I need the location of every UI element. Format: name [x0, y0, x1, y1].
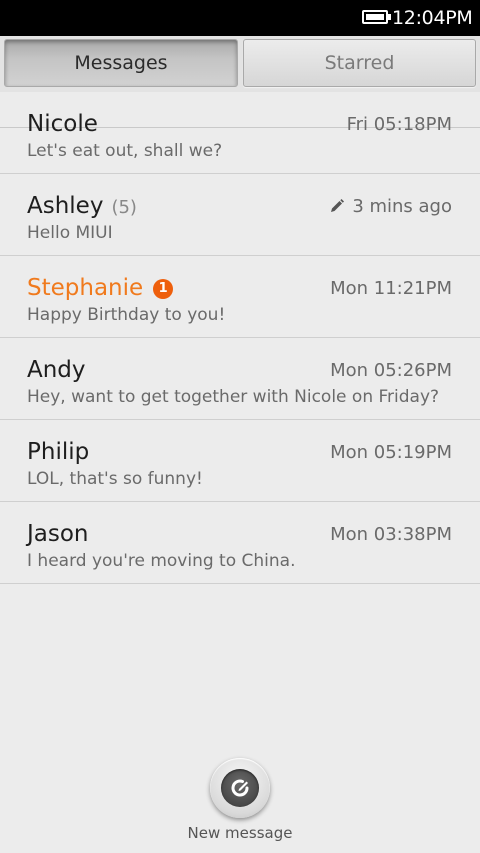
message-time: Mon 03:38PM [330, 524, 452, 545]
unread-badge: 1 [153, 279, 174, 299]
message-preview: Hello MIUI [27, 223, 113, 243]
message-time: Mon 05:26PM [330, 360, 452, 381]
status-bar: 12:04PM [0, 0, 480, 36]
contact-name: Nicole [27, 111, 98, 137]
message-preview: Happy Birthday to you! [27, 305, 226, 325]
conversation-row-jason[interactable]: Jason Mon 03:38PM I heard you're moving … [0, 502, 480, 584]
message-preview: LOL, that's so funny! [27, 469, 203, 489]
conversation-row-stephanie[interactable]: Stephanie 1 Mon 11:21PM Happy Birthday to… [0, 256, 480, 338]
tab-starred[interactable]: Starred [243, 39, 476, 87]
conversation-row-andy[interactable]: Andy Mon 05:26PM Hey, want to get togeth… [0, 338, 480, 420]
pencil-icon [331, 199, 345, 212]
contact-name: Philip [27, 439, 90, 465]
contact-name: Stephanie 1 [27, 273, 174, 303]
message-preview: Let's eat out, shall we? [27, 141, 223, 161]
message-time: Mon 11:21PM [330, 278, 452, 299]
message-preview: I heard you're moving to China. [27, 551, 296, 571]
new-message-label[interactable]: New message [140, 823, 340, 843]
message-count: (5) [111, 197, 137, 218]
contact-name: Ashley (5) [27, 193, 137, 219]
compose-icon [221, 769, 259, 807]
conversation-row-ashley[interactable]: Ashley (5) 3 mins ago Hello MIUI [0, 174, 480, 256]
conversation-row-philip[interactable]: Philip Mon 05:19PM LOL, that's so funny! [0, 420, 480, 502]
conversation-row-nicole[interactable]: Nicole Fri 05:18PM Let's eat out, shall … [0, 92, 480, 174]
tab-bar: Messages Starred [0, 36, 480, 128]
contact-name: Andy [27, 357, 86, 383]
message-time: Fri 05:18PM [346, 114, 452, 135]
battery-full-icon [362, 10, 391, 24]
tab-messages[interactable]: Messages [4, 39, 238, 87]
message-time: Mon 05:19PM [330, 442, 452, 463]
status-clock: 12:04PM [392, 7, 473, 29]
message-preview: Hey, want to get together with Nicole on… [27, 387, 440, 407]
message-time: 3 mins ago [330, 196, 452, 218]
conversation-list: Nicole Fri 05:18PM Let's eat out, shall … [0, 92, 480, 584]
contact-name: Jason [27, 521, 89, 547]
new-message-button[interactable] [210, 758, 270, 818]
